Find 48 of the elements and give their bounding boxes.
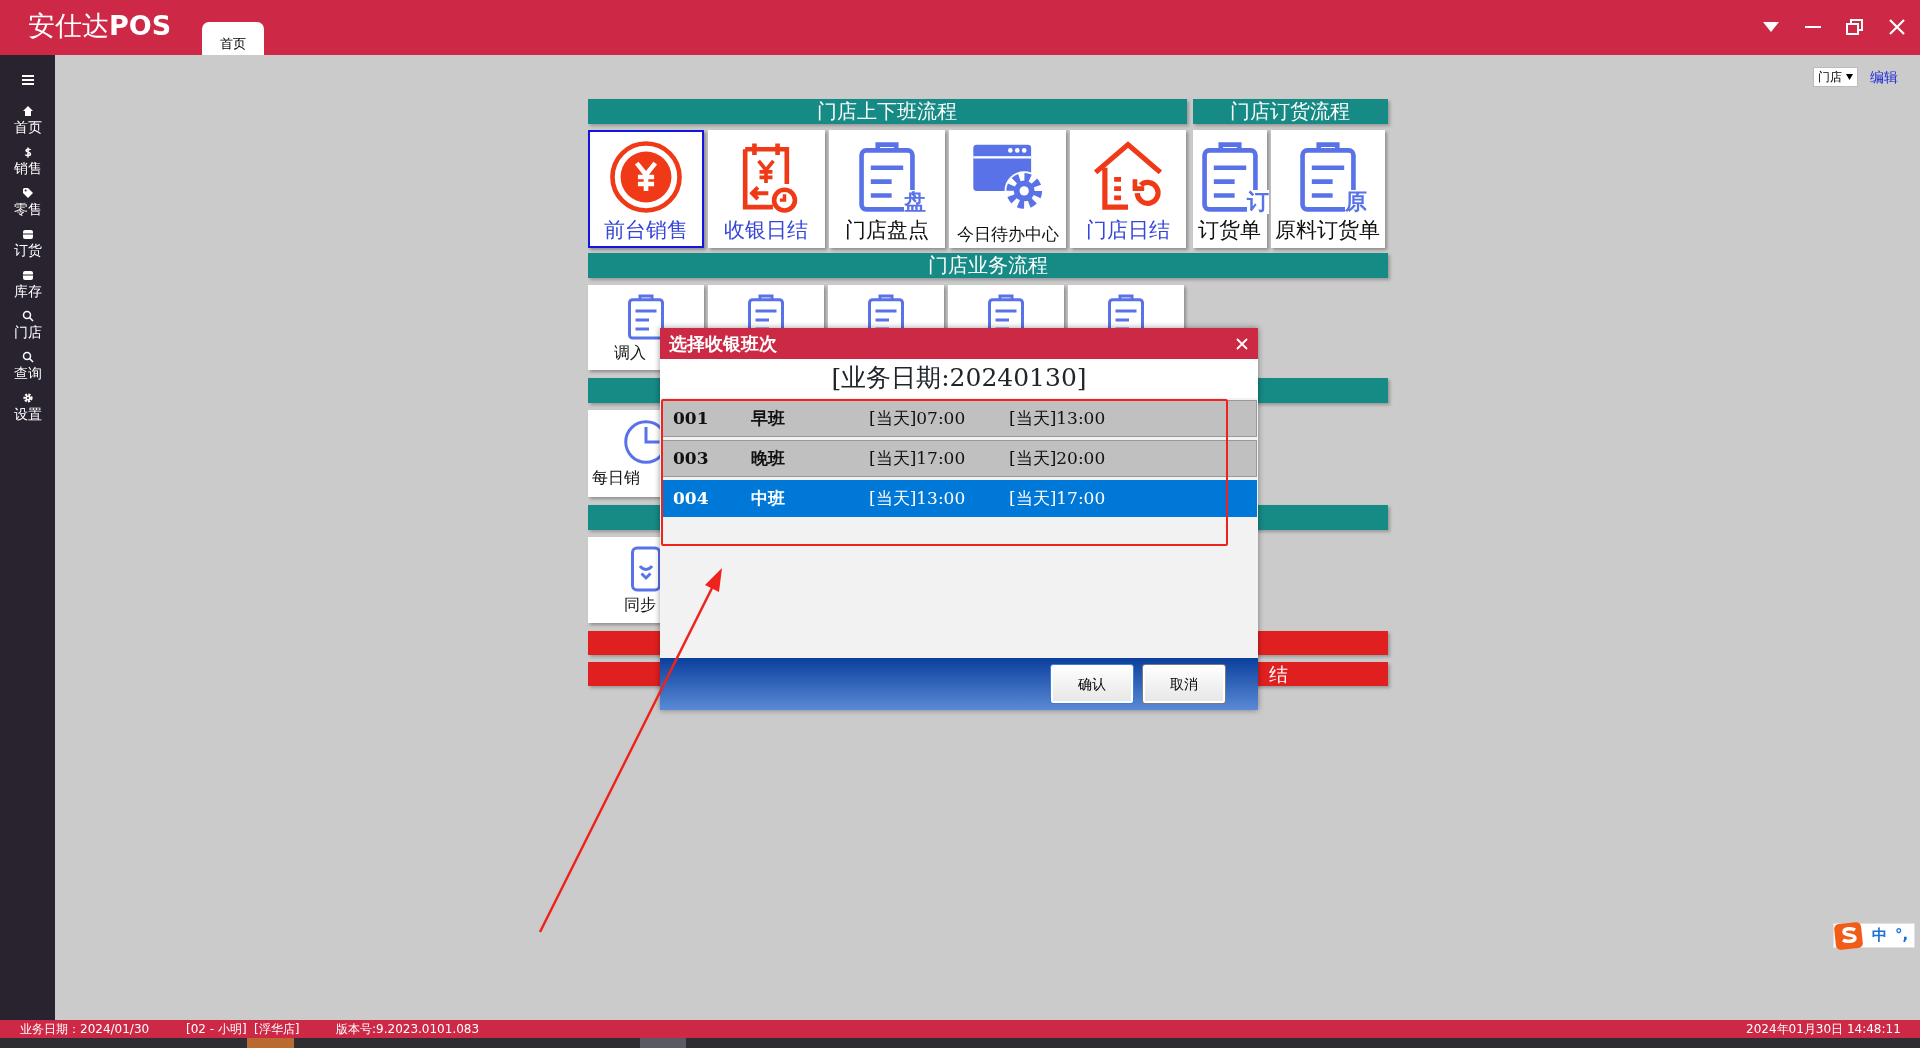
store-icon (21, 269, 34, 281)
cancel-button[interactable]: 取消 (1142, 664, 1226, 704)
app-logo: 安仕达POS (28, 9, 172, 43)
tile-button[interactable]: 原 原料订货单 (1270, 130, 1385, 248)
restore-icon[interactable] (1844, 16, 1866, 38)
tile-button[interactable]: 今日待办中心 (949, 130, 1066, 248)
tag-icon (21, 187, 34, 199)
section-header: 门店业务流程 (587, 253, 1388, 278)
tile-button[interactable]: 前台销售 (587, 130, 705, 248)
shift-row[interactable]: 004 中班 [当天]13:00 [当天]17:00 (662, 480, 1257, 517)
caret-icon (1846, 74, 1853, 80)
coin-icon (608, 140, 683, 214)
sidebar-item[interactable]: 首页 (13, 105, 42, 135)
tile-button[interactable]: 盘 门店盘点 (828, 130, 946, 248)
sidebar-item[interactable]: 零售 (13, 187, 42, 217)
sidebar-item[interactable]: 销售 (13, 146, 42, 176)
shift-row[interactable]: 001 早班 [当天]07:00 [当天]13:00 (662, 400, 1257, 437)
icon-label: 订 (1246, 190, 1269, 214)
tile-button[interactable]: 收银日结 (708, 130, 825, 248)
tile-button[interactable]: 订 订货单 (1192, 130, 1267, 248)
operator-text: [02 - 小明] (186, 1021, 247, 1038)
search-icon (21, 351, 34, 363)
sidebar-item[interactable]: 门店 (13, 310, 42, 340)
date-heading: [业务日期:20240130] (660, 359, 1258, 398)
tab[interactable]: 首页 (202, 22, 264, 55)
confirm-button[interactable]: 确认 (1050, 664, 1134, 704)
edit-link[interactable]: 编辑 (1870, 66, 1898, 88)
house-icon (21, 105, 34, 117)
sidebar-item[interactable]: 查询 (13, 351, 42, 381)
section-header: 门店上下班流程 (587, 99, 1187, 124)
ime-mode[interactable]: 中 (1872, 924, 1887, 947)
shift-row[interactable]: 003 晚班 [当天]17:00 [当天]20:00 (662, 440, 1257, 477)
sidebar-item[interactable]: 订货 (13, 228, 42, 258)
ime-punctuation[interactable]: °, (1895, 924, 1909, 947)
store-icon (21, 228, 34, 240)
section-header: 门店订货流程 (1192, 99, 1388, 124)
store-text: [浮华店] (254, 1021, 300, 1038)
sidebar-item[interactable]: 库存 (13, 269, 42, 299)
icon-label: 原 (1344, 190, 1367, 214)
icon-label: 盘 (904, 190, 926, 214)
gear-icon (21, 392, 34, 404)
business-date: 业务日期：2024/01/30 (20, 1021, 150, 1038)
tile-button[interactable]: 门店日结 (1069, 130, 1187, 248)
search-icon (21, 310, 34, 322)
version-text: 版本号:9.2023.0101.083 (336, 1021, 480, 1038)
sidebar-item[interactable]: 设置 (13, 392, 42, 422)
store-select[interactable]: 门店 (1813, 67, 1858, 87)
datetime-text: 2024年01月30日 14:48:11 (1746, 1021, 1901, 1038)
